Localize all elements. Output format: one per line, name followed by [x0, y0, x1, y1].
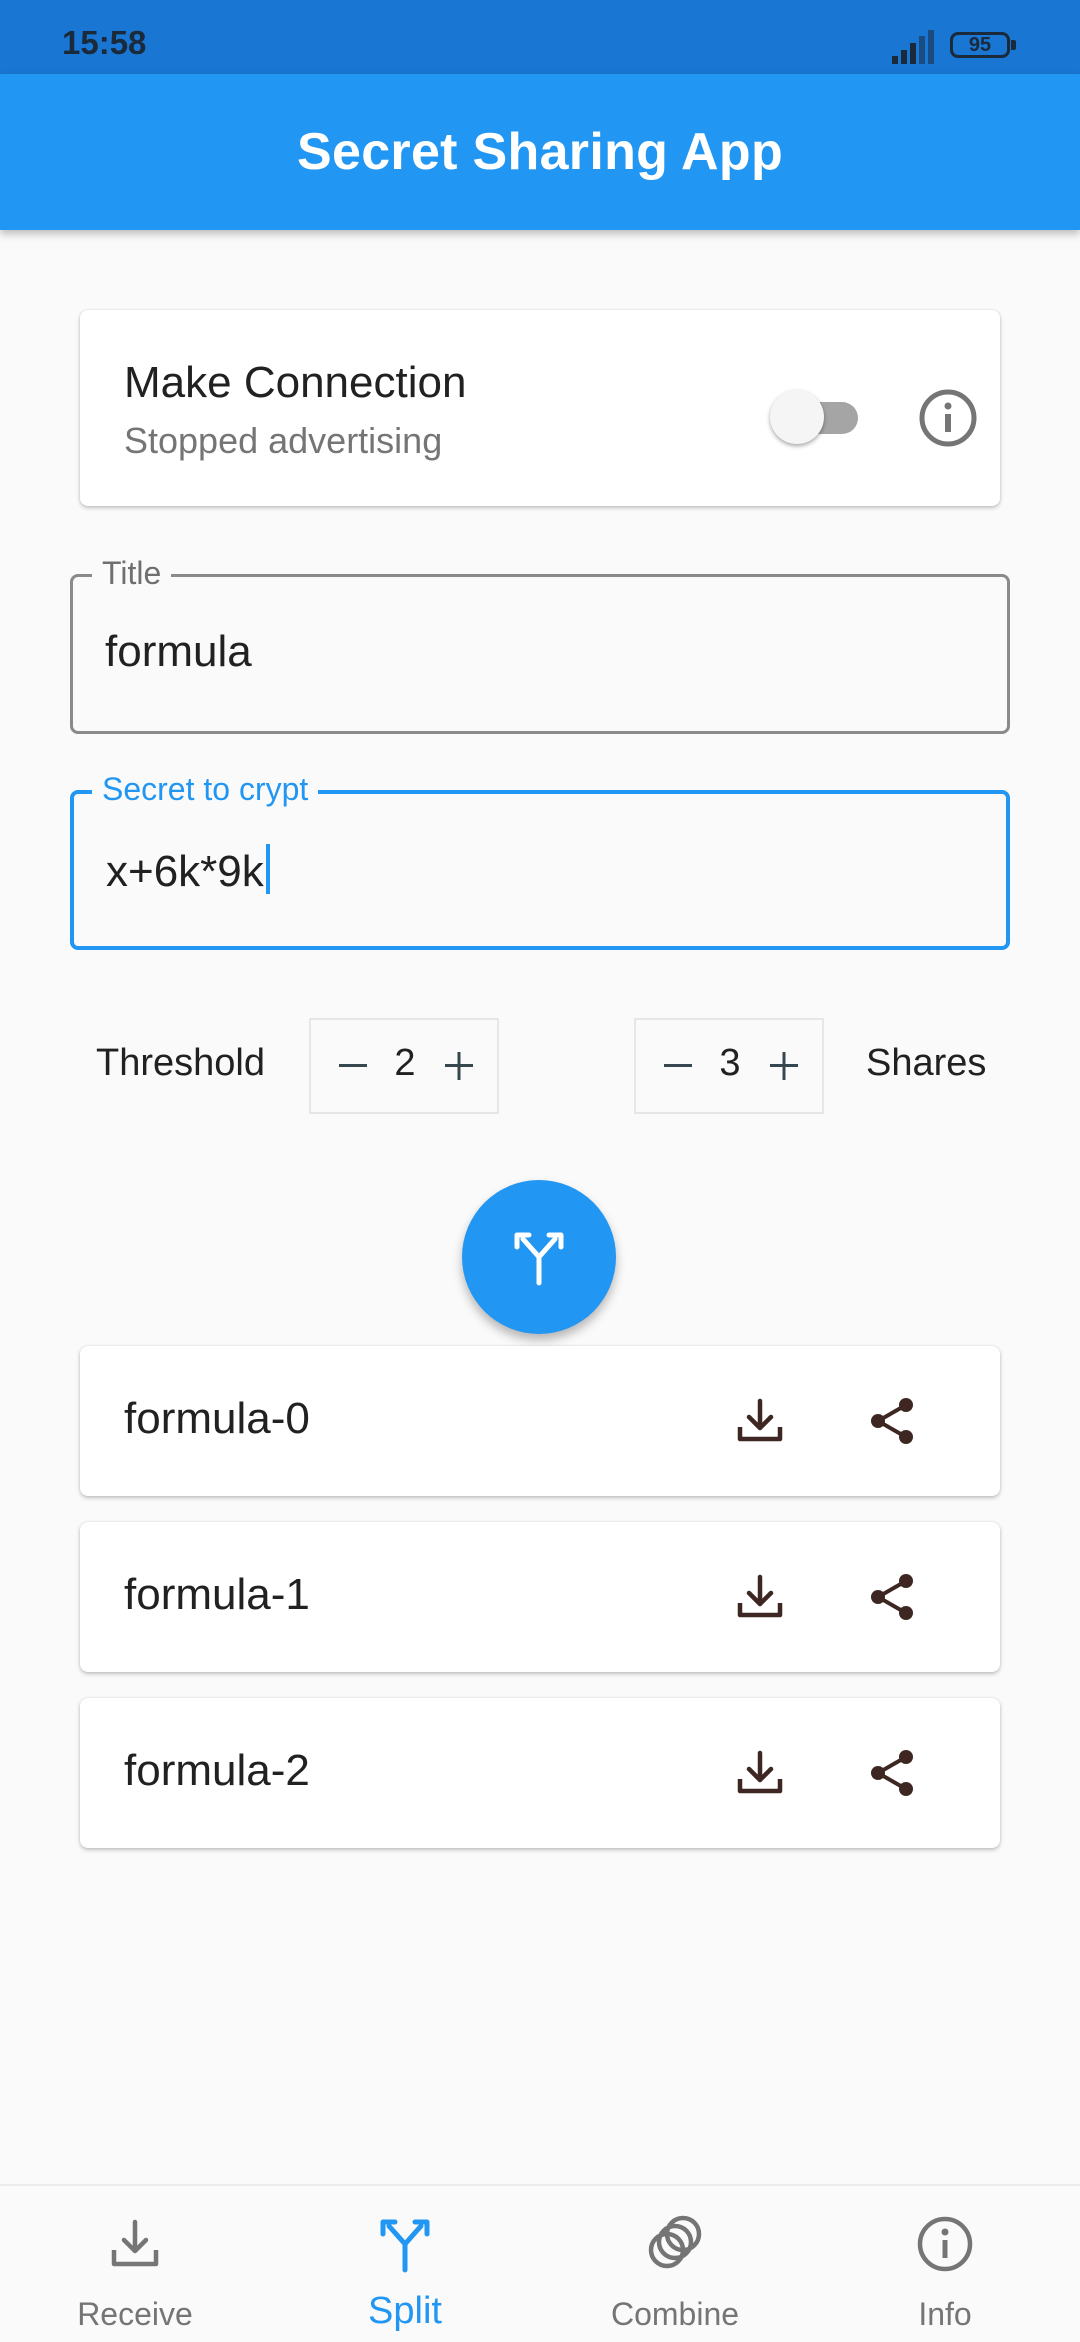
- nav-item-info[interactable]: Info: [810, 2186, 1080, 2342]
- shares-plus-icon[interactable]: [764, 1046, 804, 1086]
- download-icon[interactable]: [730, 1743, 790, 1803]
- nav-label-combine: Combine: [610, 2296, 740, 2332]
- threshold-stepper: 2: [309, 1018, 499, 1114]
- title-field-label: Title: [92, 554, 172, 592]
- nav-item-combine[interactable]: Combine: [540, 2186, 810, 2342]
- threshold-plus-icon[interactable]: [439, 1046, 479, 1086]
- connection-toggle[interactable]: [770, 388, 870, 444]
- download-icon[interactable]: [730, 1567, 790, 1627]
- stepper-row: Threshold 2 3 Shares: [0, 1018, 1080, 1114]
- battery-level: 95: [968, 34, 992, 56]
- share-card: formula-0: [80, 1346, 1000, 1496]
- download-icon[interactable]: [730, 1391, 790, 1451]
- app-bar: Secret Sharing App: [0, 74, 1080, 230]
- share-icon[interactable]: [862, 1567, 922, 1627]
- bottom-navigation: Receive Split Combine Info: [0, 2184, 1080, 2342]
- split-icon: [514, 1232, 564, 1286]
- app-title: Secret Sharing App: [296, 123, 784, 181]
- split-button[interactable]: [462, 1180, 616, 1334]
- secret-text: x+6k*9k: [106, 847, 264, 896]
- text-caret: [265, 844, 270, 894]
- share-name: formula-1: [124, 1570, 310, 1619]
- share-name: formula-0: [124, 1394, 310, 1443]
- nav-label-info: Info: [918, 2296, 972, 2332]
- nav-item-split[interactable]: Split: [270, 2186, 540, 2342]
- nav-label-split: Split: [368, 2290, 442, 2332]
- share-icon[interactable]: [862, 1391, 922, 1451]
- split-icon: [380, 2219, 430, 2273]
- share-icon[interactable]: [862, 1743, 922, 1803]
- secret-input-value[interactable]: x+6k*9k: [106, 844, 270, 897]
- connection-status: Stopped advertising: [124, 420, 443, 461]
- nav-item-receive[interactable]: Receive: [0, 2186, 270, 2342]
- status-time: 15:58: [62, 24, 147, 61]
- signal-icon: [892, 30, 934, 64]
- combine-icon: [648, 2215, 702, 2269]
- status-bar: 15:58 95: [0, 0, 1080, 74]
- shares-stepper: 3: [634, 1018, 824, 1114]
- connection-card: Make Connection Stopped advertising: [80, 310, 1000, 506]
- title-input-value[interactable]: formula: [105, 627, 252, 677]
- share-card: formula-1: [80, 1522, 1000, 1672]
- info-icon[interactable]: [912, 382, 984, 454]
- connection-title: Make Connection: [124, 358, 467, 407]
- secret-field-label: Secret to crypt: [92, 770, 319, 808]
- title-field-box[interactable]: formula: [70, 574, 1010, 734]
- nav-label-receive: Receive: [77, 2296, 193, 2332]
- threshold-label: Threshold: [96, 1042, 265, 1084]
- share-card: formula-2: [80, 1698, 1000, 1848]
- battery-icon: 95: [950, 32, 1016, 58]
- shares-label: Shares: [866, 1042, 987, 1084]
- toggle-thumb: [770, 390, 824, 444]
- share-name: formula-2: [124, 1746, 310, 1795]
- download-icon: [111, 2219, 159, 2267]
- secret-field-box[interactable]: x+6k*9k: [70, 790, 1010, 950]
- info-icon: [917, 2216, 973, 2272]
